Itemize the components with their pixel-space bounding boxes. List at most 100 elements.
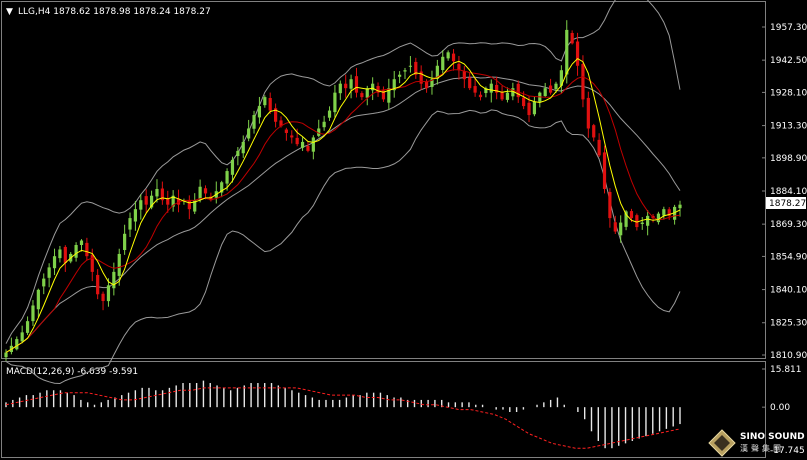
- candle-body: [613, 222, 617, 232]
- price-tick-label: 1840.10: [770, 286, 807, 296]
- candle-body: [554, 83, 558, 90]
- sino-sound-logo: SINO SOUND 漢聲集團: [708, 428, 806, 458]
- price-tick-label: 1913.30: [770, 122, 807, 132]
- candle-body: [322, 121, 326, 128]
- bollinger-lower: [5, 109, 681, 385]
- macd-tick-label: 15.811: [770, 365, 802, 375]
- candle-body: [451, 53, 456, 62]
- macd-tick-label: 0.00: [770, 403, 790, 413]
- candle-body: [327, 110, 332, 118]
- candle-body: [500, 91, 504, 100]
- candle-body: [602, 152, 607, 189]
- candle-body: [592, 125, 596, 138]
- price-tick-label: 1825.30: [770, 319, 807, 329]
- symbol-dropdown-icon[interactable]: ▼: [6, 7, 13, 17]
- candle-body: [198, 186, 202, 200]
- candle-body: [155, 188, 159, 197]
- candle-body: [47, 267, 51, 278]
- candle-body: [478, 94, 483, 98]
- candle-body: [101, 293, 105, 302]
- diamond-logo-icon: [708, 429, 736, 457]
- candle-body: [354, 76, 359, 93]
- candle-body: [166, 198, 170, 205]
- candle-body: [586, 97, 590, 129]
- candle-body: [527, 102, 531, 116]
- candle-body: [489, 83, 493, 93]
- candle-body: [311, 137, 315, 152]
- candle-body: [656, 213, 661, 223]
- price-tick-label: 1869.30: [770, 220, 807, 230]
- trading-chart[interactable]: ▼ LLG,H4 1878.62 1878.98 1878.24 1878.27…: [0, 0, 807, 460]
- candle-body: [52, 256, 57, 269]
- candle-body: [96, 274, 100, 295]
- candle-body: [333, 92, 337, 113]
- candle-body: [74, 244, 78, 258]
- price-tick-label: 1884.10: [770, 187, 807, 197]
- candle-body: [468, 77, 472, 89]
- macd-signal-line: [5, 387, 681, 449]
- candle-body: [15, 339, 19, 350]
- candle-body: [505, 92, 510, 100]
- candle-body: [139, 200, 143, 210]
- candle-body: [117, 253, 121, 276]
- candle-body: [548, 85, 553, 93]
- candle-body: [247, 128, 251, 139]
- candle-body: [473, 86, 477, 93]
- candle-body: [597, 139, 601, 156]
- candle-body: [300, 141, 305, 148]
- price-tick-label: 1854.90: [770, 252, 807, 262]
- candle-body: [619, 222, 623, 236]
- candle-body: [31, 305, 35, 322]
- candle-body: [257, 106, 262, 118]
- candle-body: [187, 200, 191, 210]
- candle-body: [123, 233, 127, 251]
- candle-body: [441, 56, 445, 71]
- candle-body: [349, 79, 353, 89]
- chart-header: LLG,H4 1878.62 1878.98 1878.24 1878.27: [18, 7, 211, 17]
- candle-body: [63, 246, 67, 263]
- candle-body: [532, 101, 537, 115]
- candle-body: [446, 52, 450, 59]
- candle-body: [144, 196, 148, 205]
- candle-body: [20, 332, 24, 342]
- candle-body: [403, 70, 407, 72]
- candle-body: [284, 129, 288, 133]
- candle-body: [662, 209, 666, 216]
- candle-body: [128, 218, 132, 230]
- candle-body: [306, 145, 310, 151]
- candle-body: [236, 150, 240, 157]
- candle-body: [543, 88, 547, 97]
- candle-body: [241, 141, 245, 154]
- candle-body: [570, 33, 574, 44]
- candle-body: [112, 271, 116, 289]
- candle-body: [635, 215, 639, 228]
- candle-body: [133, 209, 138, 222]
- candle-body: [268, 98, 272, 111]
- macd-indicator: [5, 380, 681, 449]
- price-tick-label: 1810.90: [770, 351, 807, 361]
- moving-average-fast: [5, 57, 681, 353]
- candle-body: [575, 41, 580, 66]
- price-axis: 1957.30 1942.50 1928.10 1913.30 1898.90 1884.…: [762, 23, 807, 361]
- candle-body: [263, 97, 267, 106]
- bollinger-middle: [5, 76, 681, 353]
- price-tick-label: 1928.10: [770, 88, 807, 98]
- candle-body: [230, 159, 235, 175]
- candle-body: [295, 137, 299, 145]
- candle-body: [646, 215, 650, 226]
- candle-body: [85, 242, 89, 257]
- candle-body: [290, 135, 294, 138]
- price-tick-label: 1942.50: [770, 56, 807, 66]
- current-price-label: 1878.27: [769, 199, 806, 209]
- price-tick-label: 1898.90: [770, 154, 807, 164]
- candle-body: [678, 204, 682, 209]
- candle-body: [36, 289, 40, 310]
- candle-body: [629, 211, 634, 219]
- moving-averages: [5, 57, 681, 353]
- candle-body: [338, 83, 342, 94]
- candle-body: [640, 222, 644, 224]
- price-tick-label: 1957.30: [770, 23, 807, 33]
- candle-body: [360, 93, 364, 98]
- candle-body: [522, 97, 526, 107]
- candle-body: [565, 29, 569, 75]
